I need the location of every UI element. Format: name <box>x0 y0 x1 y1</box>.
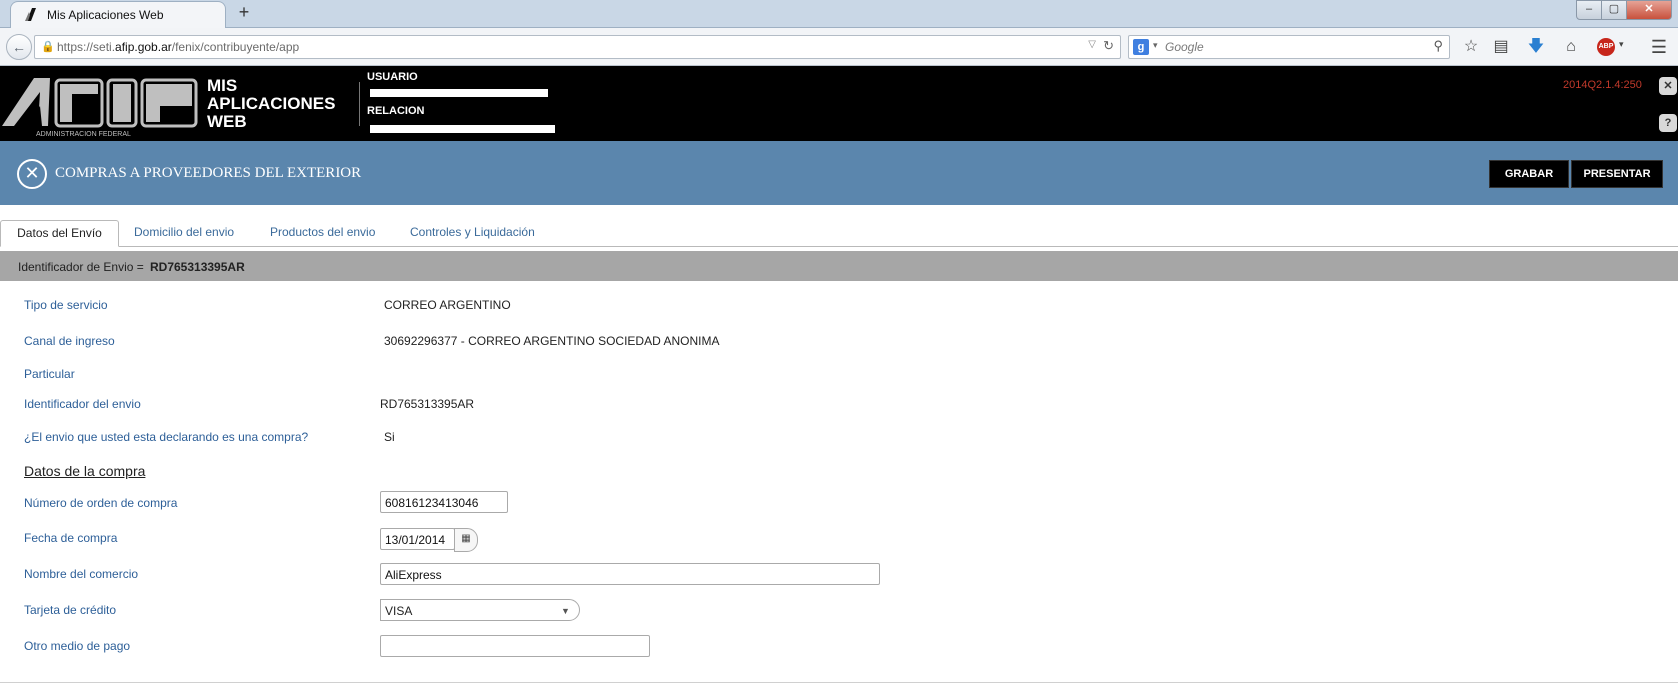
tab-domicilio-envio[interactable]: Domicilio del envio <box>134 220 234 245</box>
comercio-input[interactable]: AliExpress <box>380 563 880 585</box>
tipo-servicio-value: CORREO ARGENTINO <box>384 298 511 312</box>
search-engine-dropdown-icon[interactable]: ▾ <box>1153 40 1158 51</box>
identifier-label: Identificador de Envio = <box>18 260 144 274</box>
orden-compra-label: Número de orden de compra <box>24 496 178 510</box>
page-title: COMPRAS A PROVEEDORES DEL EXTERIOR <box>55 165 362 181</box>
header-divider <box>359 82 360 126</box>
logo-caption: ADMINISTRACION FEDERAL <box>36 131 131 138</box>
browser-tab-strip: Mis Aplicaciones Web + – ▢ ✕ <box>0 0 1678 28</box>
fecha-compra-input[interactable]: 13/01/2014 <box>380 528 455 550</box>
particular-label: Particular <box>24 367 75 381</box>
identifier-value: RD765313395AR <box>150 260 245 274</box>
afip-logo: ADMINISTRACION FEDERAL <box>2 78 198 138</box>
menu-icon[interactable]: ☰ <box>1648 36 1670 58</box>
reload-icon[interactable]: ↻ <box>1103 38 1114 54</box>
search-bar[interactable]: g ▾ Google ⚲ <box>1128 35 1450 59</box>
adblock-icon[interactable]: ABP <box>1597 38 1615 56</box>
otro-medio-label: Otro medio de pago <box>24 639 131 653</box>
usuario-value-redacted <box>370 89 548 97</box>
bookmark-star-icon[interactable]: ☆ <box>1460 36 1482 58</box>
back-arrow-icon[interactable]: ← <box>6 34 32 60</box>
page-title-band: ✕ COMPRAS A PROVEEDORES DEL EXTERIOR GRA… <box>0 141 1678 205</box>
google-icon[interactable]: g <box>1133 39 1149 55</box>
orden-compra-input[interactable]: 60816123413046 <box>380 491 508 513</box>
comercio-label: Nombre del comercio <box>24 567 139 581</box>
relacion-value-redacted <box>370 125 555 133</box>
chevron-down-icon[interactable]: ▼ <box>561 606 570 616</box>
afip-favicon-icon <box>25 8 36 21</box>
search-icon[interactable]: ⚲ <box>1433 38 1443 54</box>
es-compra-value: Si <box>384 430 395 444</box>
fecha-compra-label: Fecha de compra <box>24 531 118 545</box>
otro-medio-input[interactable] <box>380 635 650 657</box>
afip-header: ADMINISTRACION FEDERAL MIS APLICACIONES … <box>0 66 1678 141</box>
browser-nav-bar: ← 🔒 https://seti.afip.gob.ar/fenix/contr… <box>0 28 1678 66</box>
url-text[interactable]: https://seti.afip.gob.ar/fenix/contribuy… <box>57 40 299 54</box>
canal-ingreso-value: 30692296377 - CORREO ARGENTINO SOCIEDAD … <box>384 334 720 348</box>
help-button[interactable]: ? <box>1659 114 1677 132</box>
tab-datos-envio[interactable]: Datos del Envío <box>0 220 119 247</box>
footer-divider <box>0 682 1678 683</box>
tarjeta-label: Tarjeta de crédito <box>24 603 117 617</box>
calendar-icon[interactable]: ▦ <box>454 528 478 552</box>
lock-icon: 🔒 <box>41 41 55 53</box>
identificador-envio-label: Identificador del envio <box>24 397 141 411</box>
browser-tab[interactable]: Mis Aplicaciones Web <box>10 1 226 28</box>
tarjeta-select[interactable]: VISA <box>380 599 580 621</box>
es-compra-label: ¿El envio que usted esta declarando es u… <box>24 430 309 444</box>
identifier-bar: Identificador de Envio = RD765313395AR <box>0 251 1678 281</box>
url-dropdown-icon[interactable]: ▽ <box>1088 39 1096 50</box>
usuario-label: USUARIO <box>367 71 418 83</box>
home-icon[interactable]: ⌂ <box>1560 36 1582 58</box>
version-text: 2014Q2.1.4:250 <box>1563 79 1642 91</box>
header-close-button[interactable]: ✕ <box>1659 77 1677 95</box>
relacion-label: RELACION <box>367 105 425 117</box>
tab-controles-liquidacion[interactable]: Controles y Liquidación <box>410 220 535 245</box>
close-circle-icon[interactable]: ✕ <box>17 159 47 189</box>
maximize-button[interactable]: ▢ <box>1601 0 1627 20</box>
form-tabs: Datos del Envío Domicilio del envio Prod… <box>0 218 1678 247</box>
presentar-button[interactable]: PRESENTAR <box>1571 160 1663 188</box>
reading-list-icon[interactable]: ▤ <box>1490 36 1512 58</box>
tipo-servicio-label: Tipo de servicio <box>24 298 108 312</box>
download-icon[interactable]: 🡇 <box>1525 36 1547 58</box>
app-title: MIS APLICACIONES WEB <box>207 76 336 131</box>
identificador-envio-value: RD765313395AR <box>380 397 475 411</box>
tab-productos-envio[interactable]: Productos del envio <box>270 220 375 245</box>
url-bar[interactable]: 🔒 https://seti.afip.gob.ar/fenix/contrib… <box>34 35 1121 59</box>
browser-tab-title: Mis Aplicaciones Web <box>47 8 164 22</box>
adblock-dropdown-icon[interactable]: ▾ <box>1619 39 1624 50</box>
search-input[interactable]: Google <box>1165 40 1204 54</box>
close-window-button[interactable]: ✕ <box>1626 0 1672 20</box>
datos-compra-heading: Datos de la compra <box>24 463 146 479</box>
new-tab-button[interactable]: + <box>234 2 254 22</box>
grabar-button[interactable]: GRABAR <box>1489 160 1569 188</box>
minimize-button[interactable]: – <box>1576 0 1602 20</box>
canal-ingreso-label: Canal de ingreso <box>24 334 115 348</box>
